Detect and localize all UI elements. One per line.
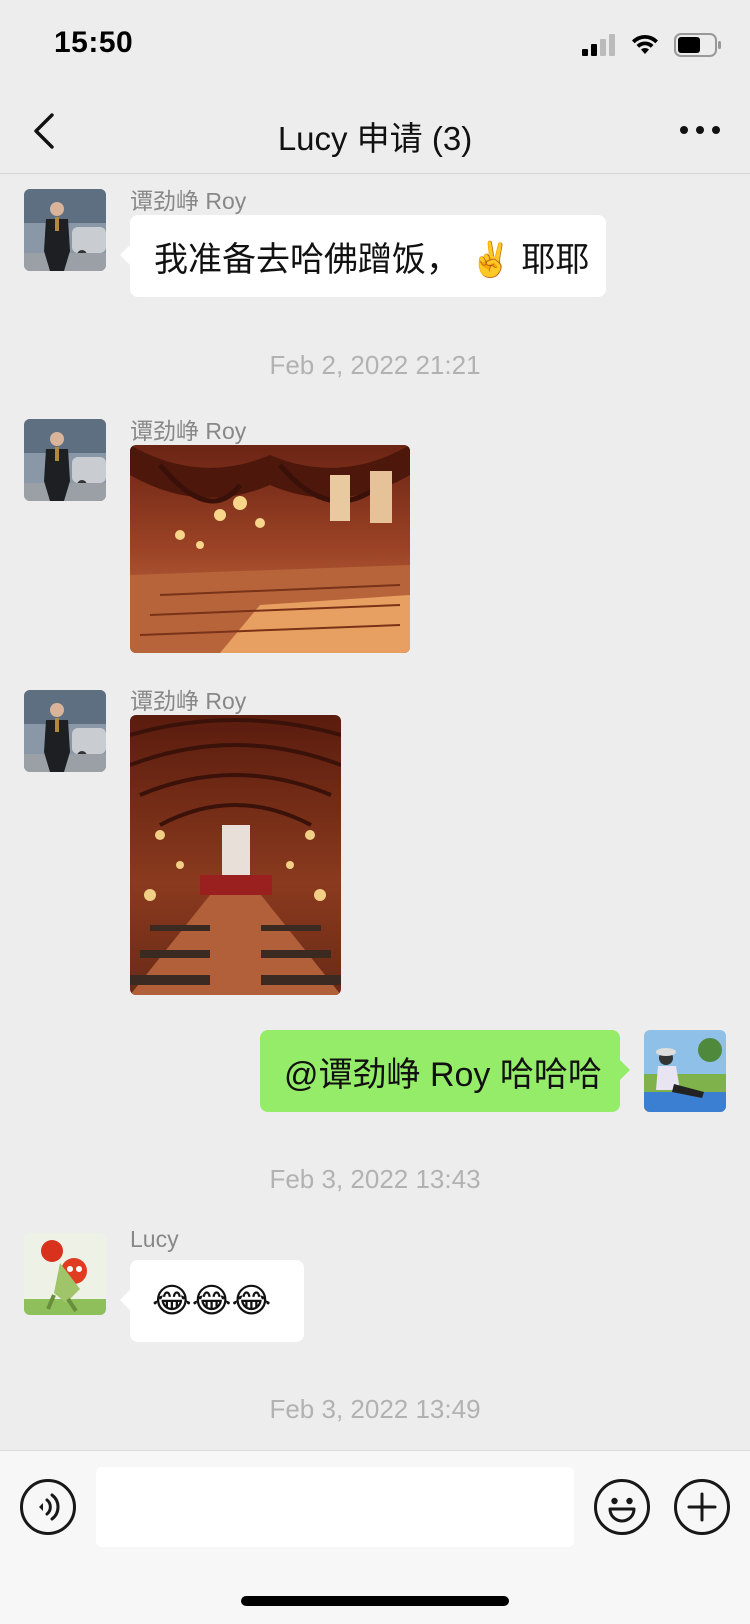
avatar-lucy[interactable] bbox=[24, 1233, 106, 1315]
timestamp: Feb 3, 2022 13:43 bbox=[269, 1164, 481, 1194]
sender-name: Lucy bbox=[130, 1226, 179, 1252]
plus-icon bbox=[687, 1492, 717, 1522]
voice-icon bbox=[39, 1493, 60, 1521]
timestamp: Feb 3, 2022 13:49 bbox=[269, 1394, 481, 1424]
emoji-icon bbox=[608, 1497, 636, 1523]
home-indicator bbox=[241, 1596, 509, 1606]
status-bar: 15:50 bbox=[0, 0, 750, 90]
emoji-button[interactable] bbox=[594, 1479, 650, 1535]
message-bubble[interactable]: 我准备去哈佛蹭饭， ✌️ 耶耶 bbox=[120, 215, 606, 297]
photo-dining-hall-wide[interactable] bbox=[130, 445, 410, 653]
chat-title: Lucy 申请 (3) bbox=[277, 120, 473, 157]
avatar-self[interactable] bbox=[644, 1030, 726, 1112]
timestamp: Feb 2, 2022 21:21 bbox=[269, 350, 481, 380]
status-icons bbox=[582, 32, 722, 58]
wifi-icon bbox=[632, 34, 658, 54]
sender-name: 谭劲峥 Roy bbox=[130, 188, 247, 214]
signal-icon bbox=[582, 34, 615, 56]
message-input[interactable] bbox=[96, 1467, 574, 1547]
photo-dining-hall-tall[interactable] bbox=[130, 715, 341, 995]
message-bubble-outgoing[interactable]: @谭劲峥 Roy 哈哈哈 bbox=[260, 1030, 630, 1112]
battery-icon bbox=[674, 33, 721, 57]
message-text: @谭劲峥 Roy 哈哈哈 bbox=[284, 1055, 602, 1094]
more-dots-icon[interactable] bbox=[678, 118, 722, 142]
plus-button[interactable] bbox=[674, 1479, 730, 1535]
sender-name: 谭劲峥 Roy bbox=[130, 418, 247, 444]
message-bubble[interactable]: 😂😂😂 bbox=[120, 1260, 304, 1342]
message-text: 我准备去哈佛蹭饭， ✌️ 耶耶 bbox=[154, 240, 590, 279]
message-text: 😂😂😂 bbox=[152, 1281, 272, 1321]
avatar-roy[interactable] bbox=[24, 189, 106, 271]
sender-name: 谭劲峥 Roy bbox=[130, 688, 247, 714]
voice-button[interactable] bbox=[20, 1479, 76, 1535]
status-time: 15:50 bbox=[54, 26, 134, 59]
avatar-roy[interactable] bbox=[24, 419, 106, 501]
avatar-roy[interactable] bbox=[24, 690, 106, 772]
chat-header: Lucy 申请 (3) bbox=[0, 88, 750, 174]
